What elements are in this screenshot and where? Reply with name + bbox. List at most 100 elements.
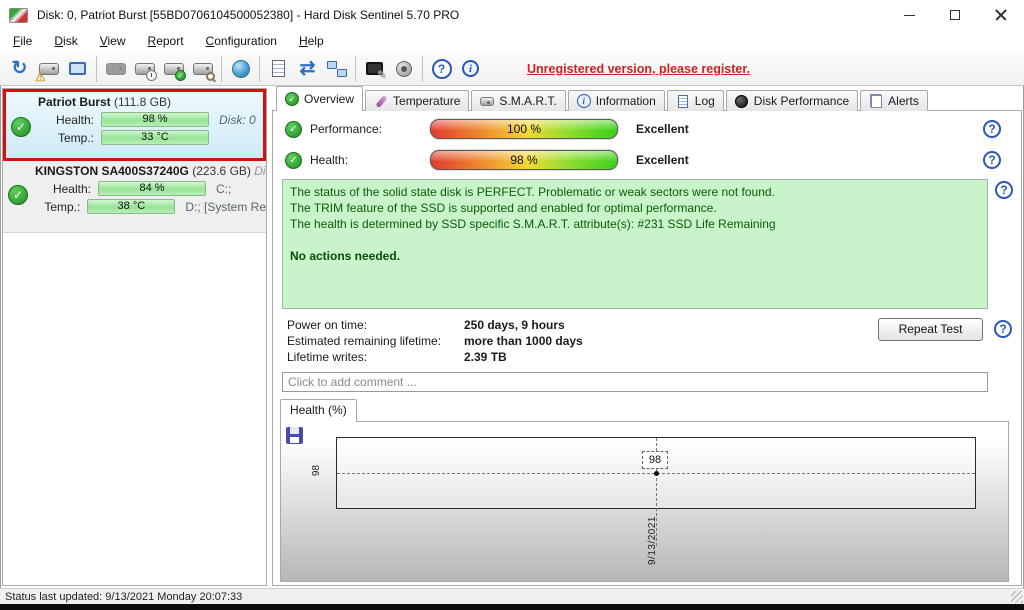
tab-overview[interactable]: ✓ Overview xyxy=(276,86,363,111)
help-button[interactable]: ? xyxy=(427,54,456,83)
save-chart-icon[interactable] xyxy=(286,427,303,444)
tab-temperature[interactable]: Temperature xyxy=(365,90,469,111)
menu-item-help[interactable]: Help xyxy=(288,31,335,51)
comment-input[interactable] xyxy=(282,372,988,392)
stat-row: Estimated remaining lifetime: more than … xyxy=(287,333,583,349)
disk-ok-icon: ✓ xyxy=(11,117,31,137)
disk-schedule-button[interactable] xyxy=(130,54,159,83)
temp-row: Temp.: 38 °C D:; [System Re xyxy=(35,199,266,214)
tab-log[interactable]: Log xyxy=(667,90,724,111)
tab-smart[interactable]: S.M.A.R.T. xyxy=(471,90,565,111)
stat-label: Lifetime writes: xyxy=(287,350,464,364)
speaker-icon xyxy=(396,61,412,77)
network-computers-button[interactable] xyxy=(322,54,351,83)
menu-item-configuration[interactable]: Configuration xyxy=(195,31,288,51)
disk-panel-kingston[interactable]: ✓ KINGSTON SA400S37240G (223.6 GB) Disk:… xyxy=(3,161,266,233)
app-icon xyxy=(9,8,28,23)
register-link[interactable]: Unregistered version, please register. xyxy=(527,62,750,76)
health-bar: 84 % xyxy=(98,181,206,196)
refresh-icon: ↻ xyxy=(12,59,28,78)
network-disk-button[interactable] xyxy=(226,54,255,83)
network-icon xyxy=(327,61,347,77)
lifetime-stats: Power on time: 250 days, 9 hours Estimat… xyxy=(287,317,583,365)
sync-button[interactable]: ⇄ xyxy=(293,54,322,83)
toolbar-separator xyxy=(221,56,222,82)
performance-gauge-icon xyxy=(735,94,749,108)
disk-ok-icon: ✓ xyxy=(8,185,28,205)
log-document-icon xyxy=(676,94,690,108)
help-icon[interactable]: ? xyxy=(983,120,1001,138)
toolbar-separator xyxy=(96,56,97,82)
stat-value: 2.39 TB xyxy=(464,350,507,364)
repeat-test-button[interactable]: Repeat Test xyxy=(878,318,983,341)
maximize-button[interactable] xyxy=(932,0,978,30)
disk-warning-button[interactable]: ⚠ xyxy=(34,54,63,83)
settings-button[interactable]: ✎ xyxy=(360,54,389,83)
toolbar-separator xyxy=(259,56,260,82)
tab-label: Information xyxy=(596,94,656,108)
performance-label: Performance: xyxy=(310,122,430,136)
document-icon xyxy=(272,60,285,77)
menu-item-disk[interactable]: Disk xyxy=(43,31,88,51)
tab-label: Log xyxy=(695,94,715,108)
tab-alerts[interactable]: Alerts xyxy=(860,90,928,111)
help-icon[interactable]: ? xyxy=(995,181,1013,199)
tab-disk-performance[interactable]: Disk Performance xyxy=(726,90,858,111)
maximize-icon xyxy=(950,10,960,20)
tab-label: Alerts xyxy=(888,94,919,108)
help-icon[interactable]: ? xyxy=(994,320,1012,338)
health-gauge-bar: 98 % xyxy=(430,150,618,170)
health-bar: 98 % xyxy=(101,112,209,127)
disk-silhouette-icon xyxy=(106,63,126,75)
minimize-button[interactable] xyxy=(886,0,932,30)
tab-label: Temperature xyxy=(393,94,460,108)
status-line: The health is determined by SSD specific… xyxy=(290,216,980,232)
status-line: The status of the solid state disk is PE… xyxy=(290,184,980,200)
temp-bar: 33 °C xyxy=(101,130,209,145)
disk-monitor-button[interactable] xyxy=(63,54,92,83)
drive-letters: C:; xyxy=(216,182,231,196)
data-point-label: 98 xyxy=(642,451,668,469)
stat-label: Estimated remaining lifetime: xyxy=(287,334,464,348)
disk-analyse-button[interactable] xyxy=(188,54,217,83)
help-icon[interactable]: ? xyxy=(983,151,1001,169)
stat-value: 250 days, 9 hours xyxy=(464,318,565,332)
status-line: The TRIM feature of the SSD is supported… xyxy=(290,200,980,216)
tab-strip: ✓ Overview Temperature S.M.A.R.T. i Info… xyxy=(276,87,930,111)
window-title: Disk: 0, Patriot Burst [55BD070610450005… xyxy=(37,8,886,22)
refresh-button[interactable]: ↻ xyxy=(5,54,34,83)
warning-icon: ⚠ xyxy=(35,71,46,83)
tab-information[interactable]: i Information xyxy=(568,90,665,111)
close-button[interactable] xyxy=(978,0,1024,30)
disk-disabled-button[interactable] xyxy=(101,54,130,83)
overview-panel: ✓ Performance: 100 % Excellent ? ✓ Healt… xyxy=(272,110,1022,586)
health-label: Health: xyxy=(310,153,430,167)
stat-row: Power on time: 250 days, 9 hours xyxy=(287,317,583,333)
status-text: Status last updated: 9/13/2021 Monday 20… xyxy=(5,591,242,603)
close-icon xyxy=(995,9,1007,21)
about-button[interactable]: i xyxy=(456,54,485,83)
resize-grip[interactable] xyxy=(1011,591,1023,603)
y-axis-tick: 98 xyxy=(311,465,322,476)
disk-size: (223.6 GB) xyxy=(192,164,251,178)
performance-rating: Excellent xyxy=(636,122,689,136)
x-axis-tick: 9/13/2021 xyxy=(647,516,658,565)
sound-button[interactable] xyxy=(389,54,418,83)
health-row: ✓ Health: 98 % Excellent ? xyxy=(285,150,1009,170)
disk-test-ok-button[interactable]: ✓ xyxy=(159,54,188,83)
menu-item-file[interactable]: File xyxy=(2,31,43,51)
title-bar: Disk: 0, Patriot Burst [55BD070610450005… xyxy=(0,0,1024,30)
data-point xyxy=(654,471,659,476)
health-chart-tab[interactable]: Health (%) xyxy=(280,399,357,422)
disk-size: (111.8 GB) xyxy=(114,95,171,109)
report-button[interactable] xyxy=(264,54,293,83)
check-icon: ✓ xyxy=(175,70,186,81)
menu-bar: File Disk View Report Configuration Help xyxy=(0,30,1024,52)
disk-title: KINGSTON SA400S37240G (223.6 GB) Disk: xyxy=(35,164,266,178)
menu-item-report[interactable]: Report xyxy=(137,31,195,51)
menu-item-view[interactable]: View xyxy=(89,31,137,51)
sync-arrows-icon: ⇄ xyxy=(300,59,316,78)
tab-label: Disk Performance xyxy=(754,94,849,108)
performance-gauge-bar: 100 % xyxy=(430,119,618,139)
disk-panel-patriot-burst[interactable]: ✓ Patriot Burst (111.8 GB) Health: 98 % … xyxy=(3,89,266,161)
